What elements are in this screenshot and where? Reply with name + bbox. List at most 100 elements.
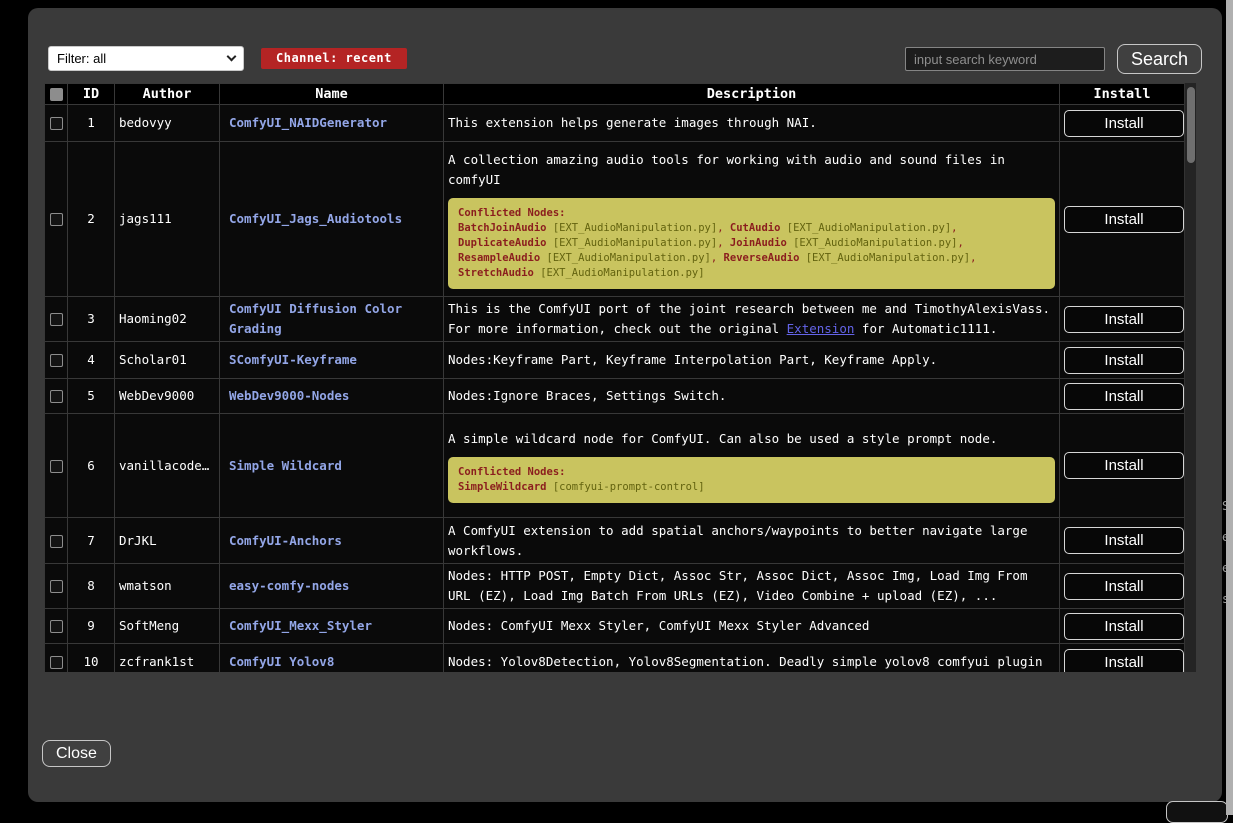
row-checkbox[interactable] <box>50 620 63 633</box>
select-all-checkbox[interactable] <box>50 88 63 101</box>
row-checkbox[interactable] <box>50 460 63 473</box>
node-author: DrJKL <box>115 518 220 564</box>
node-id: 3 <box>68 297 115 342</box>
table-scrollbar-thumb[interactable] <box>1187 87 1195 163</box>
checkbox-cell <box>45 297 68 342</box>
table-row: 4Scholar01 SComfyUI-Keyframe Nodes:Keyfram… <box>45 342 1185 379</box>
node-author: vanillacode… <box>115 414 220 518</box>
checkbox-cell <box>45 105 68 142</box>
node-name-cell: easy-comfy-nodes <box>220 564 444 609</box>
install-cell: Install <box>1060 564 1185 609</box>
install-cell: Install <box>1060 644 1185 673</box>
conflict-label: Conflicted Nodes: <box>458 206 1045 221</box>
conflict-node-name: JoinAudio <box>730 237 787 249</box>
node-description: Nodes:Keyframe Part, Keyframe Interpolat… <box>444 342 1060 379</box>
install-button[interactable]: Install <box>1064 383 1184 410</box>
node-id: 5 <box>68 379 115 414</box>
node-name-link[interactable]: WebDev9000-Nodes <box>229 388 349 403</box>
node-name-link[interactable]: ComfyUI_NAIDGenerator <box>229 115 387 130</box>
install-cell: Install <box>1060 379 1185 414</box>
conflict-node-name: StretchAudio <box>458 267 534 279</box>
install-cell: Install <box>1060 609 1185 644</box>
node-name-link[interactable]: ComfyUI Yolov8 <box>229 654 334 669</box>
node-id: 10 <box>68 644 115 673</box>
table-row: 2jags111ComfyUI_Jags_AudiotoolsA collect… <box>45 142 1185 297</box>
install-button[interactable]: Install <box>1064 452 1184 479</box>
node-name-cell: ComfyUI_Jags_Audiotools <box>220 142 444 297</box>
row-checkbox[interactable] <box>50 656 63 669</box>
node-name-link[interactable]: Simple Wildcard <box>229 458 342 473</box>
conflict-source: [comfyui-prompt-control] <box>553 481 705 493</box>
node-name-cell: SComfyUI-Keyframe <box>220 342 444 379</box>
node-name-link[interactable]: ComfyUI_Jags_Audiotools <box>229 211 402 226</box>
row-checkbox[interactable] <box>50 390 63 403</box>
table-row: 3Haoming02 ComfyUI Diffusion Color Gradin… <box>45 297 1185 342</box>
checkbox-cell <box>45 414 68 518</box>
column-header: Description <box>444 84 1060 105</box>
conflict-warning-box: Conflicted Nodes:BatchJoinAudio [EXT_Aud… <box>448 198 1055 289</box>
install-button[interactable]: Install <box>1064 573 1184 600</box>
node-description: Nodes: ComfyUI Mexx Styler, ComfyUI Mexx… <box>444 609 1060 644</box>
column-header: Name <box>220 84 444 105</box>
install-cell: Install <box>1060 342 1185 379</box>
table-header: IDAuthorNameDescriptionInstall <box>45 84 1185 105</box>
checkbox-cell <box>45 609 68 644</box>
node-author: zcfrank1st <box>115 644 220 673</box>
conflict-node-name: BatchJoinAudio <box>458 222 547 234</box>
checkbox-cell <box>45 518 68 564</box>
install-button[interactable]: Install <box>1064 649 1184 673</box>
node-description: A simple wildcard node for ComfyUI. Can … <box>444 414 1060 518</box>
conflict-source: [EXT_AudioManipulation.py] <box>793 237 957 249</box>
node-name-cell: WebDev9000-Nodes <box>220 379 444 414</box>
node-name-link[interactable]: easy-comfy-nodes <box>229 578 349 593</box>
partial-background-button[interactable] <box>1166 801 1228 823</box>
filter-select[interactable]: Filter: all <box>48 46 244 71</box>
node-name-cell: ComfyUI Yolov8 <box>220 644 444 673</box>
table-row: 1bedovyyComfyUI_NAIDGeneratorThis extens… <box>45 105 1185 142</box>
close-button[interactable]: Close <box>42 740 111 767</box>
table-row: 7DrJKLComfyUI-AnchorsA ComfyUI extension… <box>45 518 1185 564</box>
conflict-node-name: ResampleAudio <box>458 252 540 264</box>
conflict-source: [EXT_AudioManipulation.py] <box>547 252 711 264</box>
node-id: 4 <box>68 342 115 379</box>
node-name-link[interactable]: ComfyUI-Anchors <box>229 533 342 548</box>
search-button[interactable]: Search <box>1117 44 1202 74</box>
install-button[interactable]: Install <box>1064 306 1184 333</box>
search-input[interactable] <box>905 47 1105 71</box>
install-cell: Install <box>1060 142 1185 297</box>
description-link[interactable]: Extension <box>787 321 855 336</box>
node-description: This extension helps generate images thr… <box>444 105 1060 142</box>
install-button[interactable]: Install <box>1064 110 1184 137</box>
node-name-link[interactable]: ComfyUI Diffusion Color Grading <box>229 301 402 336</box>
column-header: ID <box>68 84 115 105</box>
install-button[interactable]: Install <box>1064 527 1184 554</box>
install-cell: Install <box>1060 518 1185 564</box>
install-cell: Install <box>1060 297 1185 342</box>
node-id: 8 <box>68 564 115 609</box>
row-checkbox[interactable] <box>50 313 63 326</box>
table-scrollbar[interactable] <box>1184 83 1196 672</box>
node-name-link[interactable]: SComfyUI-Keyframe <box>229 352 357 367</box>
channel-badge: Channel: recent <box>261 48 407 69</box>
node-author: Scholar01 <box>115 342 220 379</box>
node-author: Haoming02 <box>115 297 220 342</box>
node-name-link[interactable]: ComfyUI_Mexx_Styler <box>229 618 372 633</box>
row-checkbox[interactable] <box>50 580 63 593</box>
row-checkbox[interactable] <box>50 117 63 130</box>
install-button[interactable]: Install <box>1064 613 1184 640</box>
conflict-node-name: CutAudio <box>730 222 781 234</box>
table-row: 5WebDev9000WebDev9000-NodesNodes:Ignore … <box>45 379 1185 414</box>
conflict-source: [EXT_AudioManipulation.py] <box>787 222 951 234</box>
row-checkbox[interactable] <box>50 535 63 548</box>
conflict-items: SimpleWildcard [comfyui-prompt-control] <box>458 480 1045 495</box>
node-id: 7 <box>68 518 115 564</box>
row-checkbox[interactable] <box>50 354 63 367</box>
nodes-table-zone: IDAuthorNameDescriptionInstall 1bedovyyC… <box>44 83 1196 672</box>
install-button[interactable]: Install <box>1064 206 1184 233</box>
conflict-node-name: SimpleWildcard <box>458 481 547 493</box>
checkbox-cell <box>45 142 68 297</box>
page-scrollbar[interactable] <box>1226 0 1233 815</box>
install-button[interactable]: Install <box>1064 347 1184 374</box>
node-author: jags111 <box>115 142 220 297</box>
row-checkbox[interactable] <box>50 213 63 226</box>
